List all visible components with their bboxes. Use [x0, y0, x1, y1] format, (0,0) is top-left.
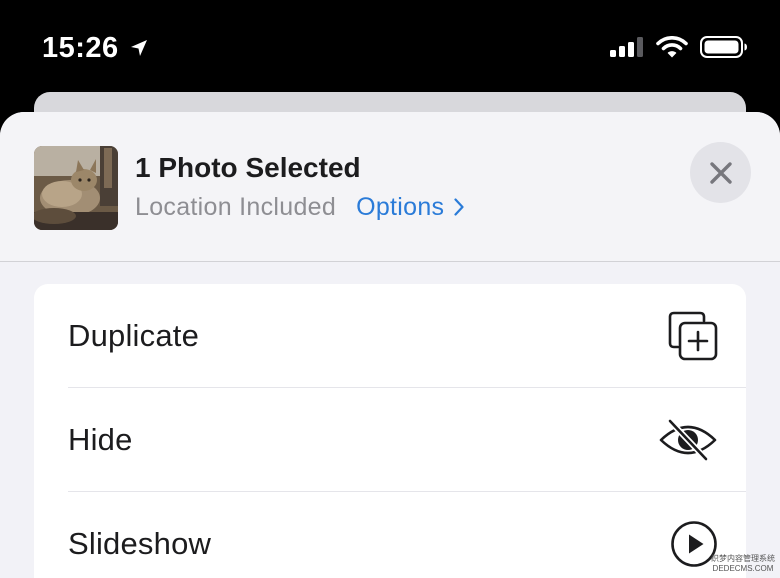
action-label: Hide: [68, 421, 133, 457]
actions-list: Duplicate Hide Slideshow: [34, 284, 746, 578]
selection-subtitle: Location Included Options: [135, 191, 464, 223]
action-label: Duplicate: [68, 317, 200, 353]
watermark: 织梦内容管理系统 DEDECMS.COM: [710, 554, 776, 574]
watermark-line-2: DEDECMS.COM: [712, 564, 774, 573]
location-arrow-icon: [130, 40, 147, 56]
watermark-line-1: 织梦内容管理系统: [711, 554, 775, 563]
options-label: Options: [356, 193, 445, 221]
status-time: 15:26: [42, 32, 119, 64]
cellular-signal-icon: [610, 37, 643, 57]
status-bar: 15:26: [0, 0, 780, 92]
location-included-label: Location Included: [135, 193, 337, 221]
battery-icon: [700, 36, 747, 58]
options-button[interactable]: Options: [356, 191, 464, 223]
close-icon: [709, 161, 732, 184]
action-slideshow[interactable]: Slideshow: [34, 492, 746, 578]
share-sheet-header: 1 Photo Selected Location Included Optio…: [0, 112, 780, 262]
close-button[interactable]: [690, 142, 751, 203]
chevron-right-icon: [454, 198, 464, 216]
action-duplicate[interactable]: Duplicate: [34, 284, 746, 387]
share-sheet: 1 Photo Selected Location Included Optio…: [0, 112, 780, 578]
wifi-icon: [656, 36, 688, 58]
status-indicators: [610, 36, 748, 58]
status-time-group: 15:26: [42, 30, 149, 66]
selection-title: 1 Photo Selected: [135, 152, 361, 183]
action-label: Slideshow: [68, 525, 212, 561]
duplicate-icon: [668, 311, 718, 360]
photo-thumbnail[interactable]: [34, 146, 118, 230]
action-hide[interactable]: Hide: [34, 388, 746, 491]
eye-slash-icon: [659, 417, 717, 462]
